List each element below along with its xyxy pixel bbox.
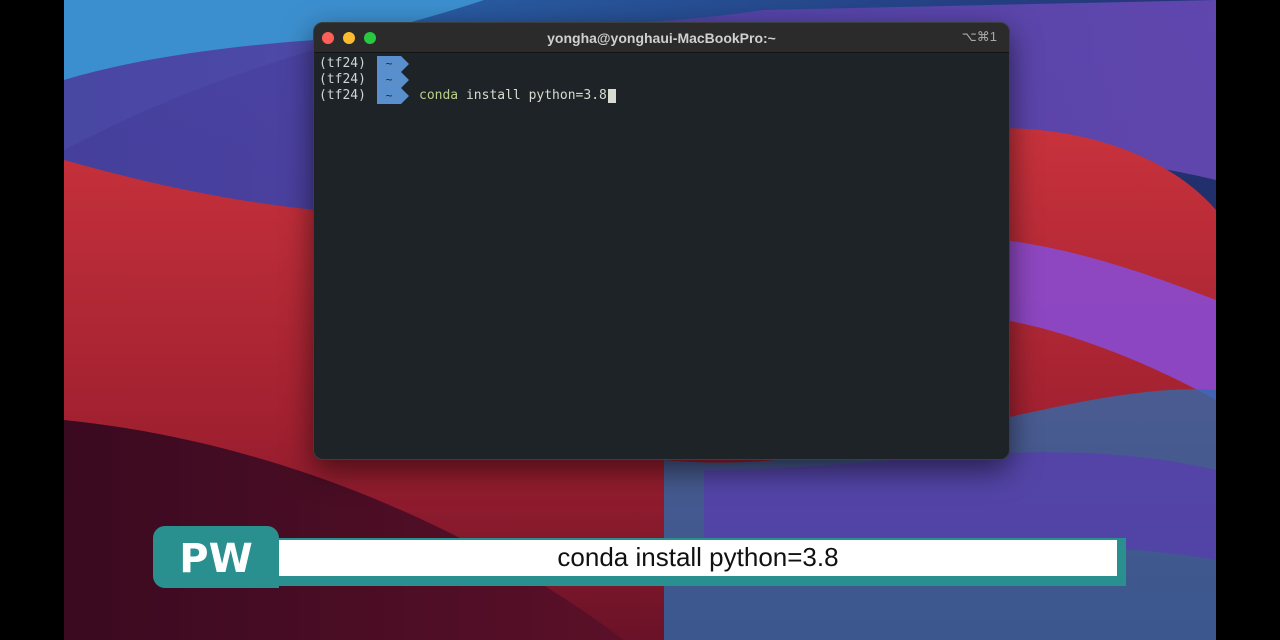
command-input[interactable]: conda install python=3.8 — [419, 88, 616, 104]
terminal-titlebar[interactable]: yongha@yonghaui-MacBookPro:~ ⌥⌘1 — [314, 23, 1009, 53]
terminal-line: (tf24) ~ — [319, 72, 1004, 88]
terminal-line: (tf24) ~ — [319, 56, 1004, 72]
caption-banner: PW conda install python=3.8 — [153, 526, 1126, 588]
caption-logo-badge: PW — [153, 526, 279, 588]
terminal-output[interactable]: (tf24) ~ (tf24) ~ (tf24) ~ conda install… — [314, 53, 1009, 459]
terminal-window[interactable]: yongha@yonghaui-MacBookPro:~ ⌥⌘1 (tf24) … — [313, 22, 1010, 460]
caption-textbox: conda install python=3.8 — [279, 540, 1117, 576]
prompt-arrow-icon — [401, 88, 409, 104]
directory-label: ~ — [377, 88, 401, 104]
caption-logo: PW — [179, 536, 253, 582]
prompt-segment: ~ — [377, 56, 409, 72]
window-title: yongha@yonghaui-MacBookPro:~ — [547, 30, 776, 46]
conda-env-label: (tf24) — [319, 88, 366, 103]
text-cursor — [607, 88, 616, 103]
prompt-segment: ~ — [377, 72, 409, 88]
prompt-arrow-icon — [401, 72, 409, 88]
terminal-line: (tf24) ~ conda install python=3.8 — [319, 88, 1004, 104]
directory-label: ~ — [377, 72, 401, 88]
command-args: install python=3.8 — [458, 88, 607, 103]
prompt-arrow-icon — [401, 56, 409, 72]
conda-env-label: (tf24) — [319, 72, 366, 87]
caption-text: conda install python=3.8 — [557, 542, 839, 572]
prompt-segment: ~ — [377, 88, 409, 104]
command-name: conda — [419, 88, 459, 103]
conda-env-label: (tf24) — [319, 56, 366, 71]
window-shortcut-label: ⌥⌘1 — [961, 29, 997, 44]
directory-label: ~ — [377, 56, 401, 72]
